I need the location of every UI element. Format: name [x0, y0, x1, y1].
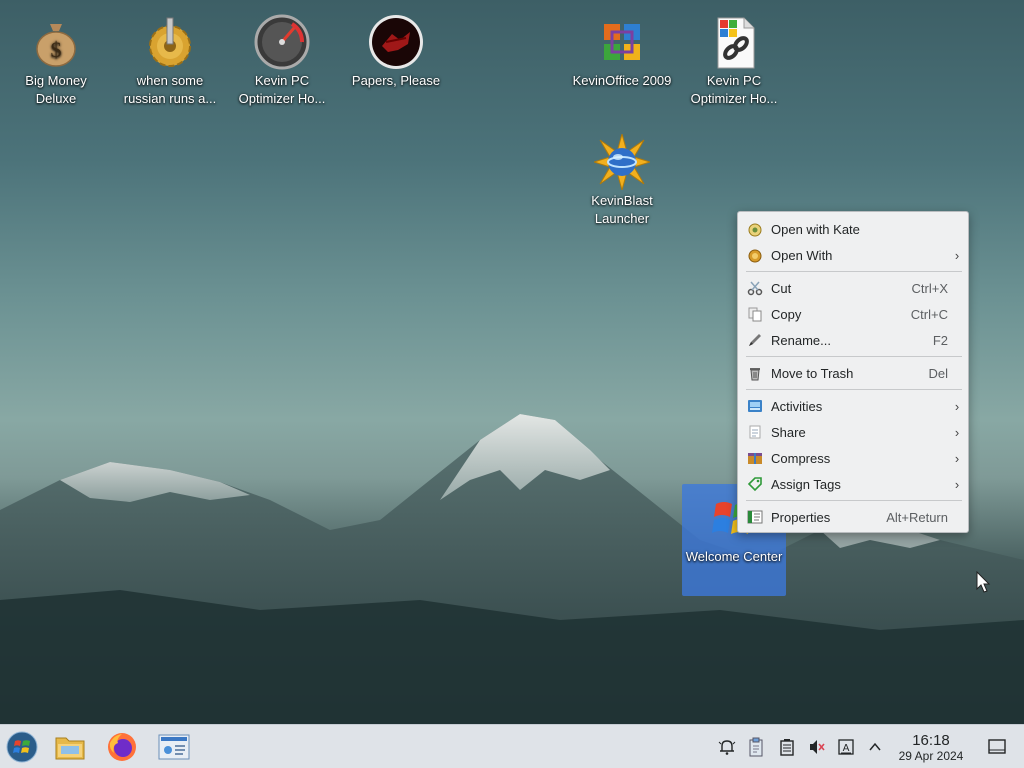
money-bag-icon: $	[36, 24, 76, 67]
trash-icon	[746, 364, 764, 382]
system-tray-expand-button[interactable]	[865, 737, 885, 757]
papers-please-icon	[369, 15, 423, 69]
properties-icon	[746, 508, 764, 526]
rename-icon	[746, 331, 764, 349]
mouse-cursor	[976, 571, 991, 593]
desktop-icon-label: KevinOffice 2009	[572, 73, 672, 88]
menu-item-rename[interactable]: Rename... F2	[742, 328, 964, 352]
menu-separator	[746, 271, 962, 272]
chevron-right-icon: ›	[954, 424, 960, 440]
desktop[interactable]: $ Big Money Deluxe when some russian run…	[0, 0, 1024, 724]
scissors-icon	[746, 279, 764, 297]
chevron-up-icon	[869, 742, 881, 751]
starburst-globe-icon	[594, 134, 650, 190]
notifications-button[interactable]	[717, 737, 737, 757]
desktop-icon-label: Papers, Please	[351, 73, 441, 88]
copy-icon	[746, 305, 764, 323]
chevron-right-icon: ›	[954, 398, 960, 414]
desktop-icon-russian-runs[interactable]: when some russian runs a...	[118, 8, 222, 108]
kate-icon	[746, 220, 764, 238]
menu-separator	[746, 356, 962, 357]
desktop-icon-label: Welcome Center	[685, 549, 783, 564]
menu-item-share[interactable]: Share ›	[742, 420, 964, 444]
compress-icon	[746, 449, 764, 467]
desktop-icon-label: Kevin PC Optimizer Ho...	[238, 73, 326, 106]
input-method-icon: A	[838, 739, 854, 755]
file-manager-icon	[55, 737, 85, 760]
clock-date: 29 Apr 2024	[898, 749, 964, 763]
share-icon	[746, 423, 764, 441]
chevron-right-icon: ›	[954, 476, 960, 492]
desktop-icon-big-money-deluxe[interactable]: $ Big Money Deluxe	[4, 8, 108, 108]
desktop-icon-kevin-pc-optimizer[interactable]: Kevin PC Optimizer Ho...	[230, 8, 334, 108]
menu-item-assign-tags[interactable]: Assign Tags ›	[742, 472, 964, 496]
battery-device-button[interactable]	[777, 737, 797, 757]
menu-item-open-with[interactable]: Open With ›	[742, 243, 964, 267]
menu-item-cut[interactable]: Cut Ctrl+X	[742, 276, 964, 300]
show-desktop-icon	[988, 739, 1006, 754]
clock-time: 16:18	[912, 732, 950, 749]
volume-muted-icon	[810, 740, 825, 754]
firefox-button[interactable]	[104, 729, 140, 765]
activities-icon	[746, 397, 764, 415]
show-desktop-button[interactable]	[987, 737, 1007, 757]
speedometer-icon	[254, 14, 310, 70]
start-menu-button[interactable]	[4, 729, 40, 765]
taskbar: A 16:18 29 Apr 2024	[0, 724, 1024, 768]
menu-item-compress[interactable]: Compress ›	[742, 446, 964, 470]
system-settings-icon	[158, 734, 190, 760]
context-menu: Open with Kate Open With › Cut Ctrl+X Co…	[737, 211, 969, 533]
input-method-button[interactable]: A	[836, 737, 856, 757]
clipboard-button[interactable]	[746, 737, 766, 757]
svg-text:$: $	[51, 37, 62, 62]
start-menu-icon	[6, 731, 38, 763]
desktop-icon-label: KevinBlast Launcher	[591, 193, 653, 226]
gear-icon	[149, 17, 191, 67]
svg-text:A: A	[843, 743, 850, 754]
battery-device-icon	[780, 739, 794, 756]
file-manager-button[interactable]	[52, 729, 88, 765]
digital-clock[interactable]: 16:18 29 Apr 2024	[888, 732, 974, 764]
menu-item-properties[interactable]: Properties Alt+Return	[742, 505, 964, 529]
menu-item-move-to-trash[interactable]: Move to Trash Del	[742, 361, 964, 385]
clipboard-icon	[749, 737, 763, 757]
menu-separator	[746, 389, 962, 390]
tag-icon	[746, 475, 764, 493]
chevron-right-icon: ›	[954, 247, 960, 263]
volume-button[interactable]	[807, 737, 827, 757]
shortcut-file-icon	[717, 17, 755, 69]
menu-item-copy[interactable]: Copy Ctrl+C	[742, 302, 964, 326]
desktop-icon-papers-please[interactable]: Papers, Please	[344, 8, 448, 90]
menu-separator	[746, 500, 962, 501]
desktop-icon-kevin-pc-optimizer-shortcut[interactable]: Kevin PC Optimizer Ho...	[682, 8, 786, 108]
menu-item-open-with-kate[interactable]: Open with Kate	[742, 217, 964, 241]
open-with-icon	[746, 246, 764, 264]
system-settings-button[interactable]	[156, 729, 192, 765]
desktop-icon-label: Big Money Deluxe	[25, 73, 87, 106]
chevron-right-icon: ›	[954, 450, 960, 466]
desktop-icon-label: Kevin PC Optimizer Ho...	[690, 73, 778, 106]
menu-item-activities[interactable]: Activities ›	[742, 394, 964, 418]
desktop-icon-label: when some russian runs a...	[123, 73, 217, 106]
desktop-icon-kevinblast-launcher[interactable]: KevinBlast Launcher	[570, 128, 674, 228]
notifications-icon	[718, 740, 736, 755]
desktop-icon-kevinoffice-2009[interactable]: KevinOffice 2009	[570, 8, 674, 90]
firefox-icon	[108, 733, 136, 761]
office-icon	[604, 24, 640, 60]
